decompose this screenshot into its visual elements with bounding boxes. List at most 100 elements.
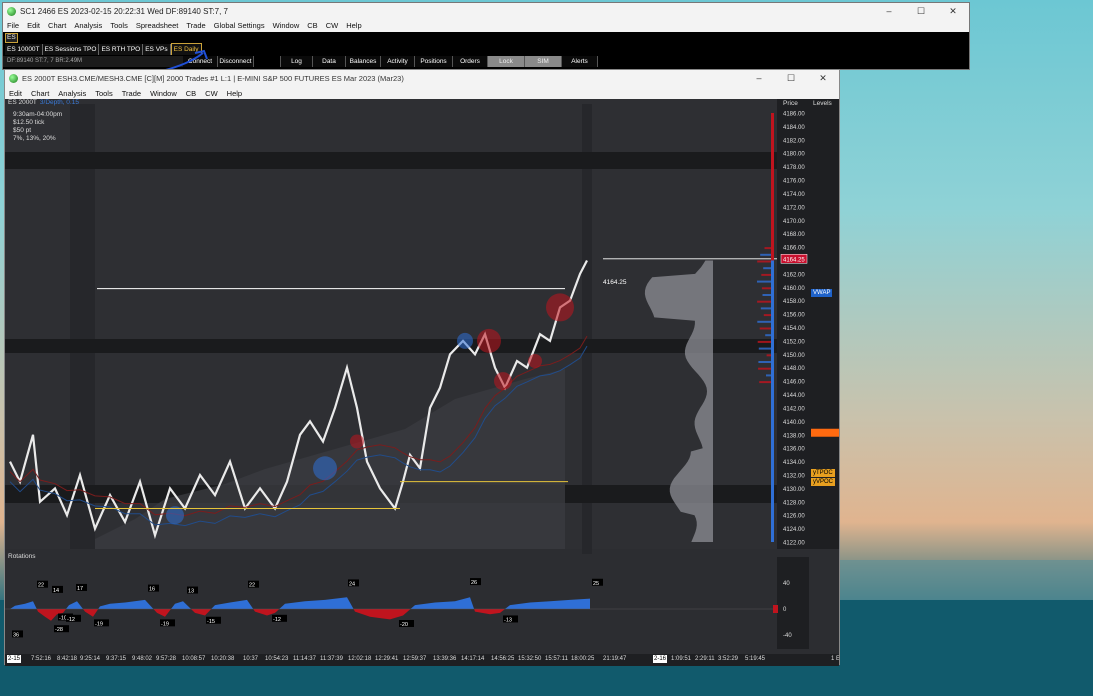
- menu-global-settings[interactable]: Global Settings: [214, 21, 265, 30]
- order-flow-bubble: [546, 293, 574, 322]
- positions-button[interactable]: Positions: [415, 55, 453, 67]
- price-tick-label: 4126.00: [783, 514, 805, 520]
- price-chart[interactable]: 4186.00 4184.00 4182.00 4180.00 4178.00 4176.…: [5, 99, 839, 654]
- time-axis[interactable]: 2-15 2-16 1 E 7:52:16 8:42:18 9:25:14 9:37:…: [5, 654, 839, 666]
- bid-ask-bar: [757, 260, 773, 263]
- time-label: 15:32:50: [518, 656, 542, 662]
- menu-cw[interactable]: CW: [326, 21, 339, 30]
- price-tick-label: 4128.00: [783, 500, 805, 506]
- time-label: 14:56:25: [491, 656, 515, 662]
- chart-app-icon: [9, 74, 18, 83]
- symbol-row: ES: [3, 32, 969, 43]
- menu-edit[interactable]: Edit: [27, 21, 40, 30]
- chart-menu-chart[interactable]: Chart: [31, 89, 49, 98]
- rotation-label: -20: [400, 622, 408, 628]
- rotation-label: 36: [13, 632, 19, 638]
- menu-analysis[interactable]: Analysis: [74, 21, 102, 30]
- info-point: $50 pt: [13, 127, 32, 134]
- price-tick-label: 4178.00: [783, 165, 805, 171]
- lock-button[interactable]: Lock: [488, 55, 525, 67]
- time-label: 5:19:45: [745, 656, 766, 662]
- chart-menu-cw[interactable]: CW: [205, 89, 218, 98]
- chart-menu-help[interactable]: Help: [227, 89, 242, 98]
- price-band: [5, 339, 777, 353]
- price-axis-title: Price: [783, 100, 798, 107]
- bid-ask-bar: [757, 300, 773, 303]
- price-tick-label: 4136.00: [783, 447, 805, 453]
- rotation-label: -28: [55, 627, 63, 633]
- order-flow-bubble: [494, 372, 512, 391]
- time-label: 11:14:37: [293, 656, 316, 662]
- chart-menu-cb[interactable]: CB: [186, 89, 196, 98]
- price-tick-label: 4162.00: [783, 272, 805, 278]
- menu-tools[interactable]: Tools: [110, 21, 128, 30]
- menu-help[interactable]: Help: [346, 21, 361, 30]
- time-label: 12:59:37: [403, 656, 427, 662]
- alerts-button[interactable]: Alerts: [562, 55, 598, 67]
- bid-ask-bar: [758, 367, 773, 370]
- chart-menu-window[interactable]: Window: [150, 89, 177, 98]
- bid-ask-bar: [758, 347, 773, 350]
- chart-menu-trade[interactable]: Trade: [122, 89, 141, 98]
- chart-minimize-icon[interactable]: –: [743, 70, 775, 86]
- time-label: 10:08:57: [182, 656, 206, 662]
- chart-titlebar[interactable]: ES 2000T ESH3.CME/MESH3.CME [C][M] 2000 …: [5, 70, 839, 87]
- chart-menu-analysis[interactable]: Analysis: [58, 89, 86, 98]
- log-button[interactable]: Log: [280, 55, 313, 67]
- chart-menu-edit[interactable]: Edit: [9, 89, 22, 98]
- chart-menu-tools[interactable]: Tools: [95, 89, 113, 98]
- minimize-icon[interactable]: –: [873, 3, 905, 19]
- menu-file[interactable]: File: [7, 21, 19, 30]
- price-tick-label: 4154.00: [783, 326, 805, 332]
- price-axis-bear-strip: [771, 113, 774, 261]
- main-titlebar[interactable]: SC1 2466 ES 2023-02-15 20:22:31 Wed DF:8…: [3, 3, 969, 19]
- info-session: 9:30am-04:00pm: [13, 111, 63, 118]
- menu-chart[interactable]: Chart: [48, 21, 66, 30]
- price-tick-label: 4150.00: [783, 353, 805, 359]
- price-tick-label: 4184.00: [783, 125, 805, 131]
- price-tick-label: 4186.00: [783, 112, 805, 118]
- price-tick-label: 4174.00: [783, 192, 805, 198]
- disconnect-button[interactable]: Disconnect: [218, 55, 254, 67]
- contract-info: 9:30am-04:00pm $12.50 tick $50 pt 7%, 13…: [13, 111, 62, 143]
- maximize-icon[interactable]: ☐: [905, 3, 937, 19]
- menu-cb[interactable]: CB: [307, 21, 317, 30]
- menu-trade[interactable]: Trade: [186, 21, 205, 30]
- time-axis-right: 1 E: [831, 656, 839, 662]
- price-tick-label: 4138.00: [783, 433, 805, 439]
- menu-window[interactable]: Window: [273, 21, 300, 30]
- rotation-label: 16: [149, 587, 155, 593]
- tab-es-sessions-tpo[interactable]: ES Sessions TPO: [42, 43, 100, 55]
- chart-maximize-icon[interactable]: ☐: [775, 70, 807, 86]
- last-price-label: 4164.25: [603, 279, 627, 286]
- order-flow-bubble: [350, 434, 364, 449]
- rotation-label: -15: [207, 619, 215, 625]
- orders-button[interactable]: Orders: [453, 55, 488, 67]
- time-label: 11:37:39: [320, 656, 343, 662]
- balances-button[interactable]: Balances: [346, 55, 381, 67]
- level-label-vwap: VWAP: [811, 288, 833, 297]
- price-tick-label: 4166.00: [783, 246, 805, 252]
- chart-window-title: ES 2000T ESH3.CME/MESH3.CME [C][M] 2000 …: [22, 74, 404, 83]
- symbol-box[interactable]: ES: [5, 32, 18, 43]
- order-flow-bubble: [477, 328, 501, 353]
- sim-button[interactable]: SIM: [525, 55, 562, 67]
- chart-area[interactable]: 4186.00 4184.00 4182.00 4180.00 4178.00 4176.…: [5, 99, 839, 666]
- activity-button[interactable]: Activity: [381, 55, 415, 67]
- chart-close-icon[interactable]: ✕: [807, 70, 839, 86]
- bid-ask-bar: [758, 361, 773, 363]
- order-flow-bubble: [457, 332, 473, 349]
- tab-es-10000t[interactable]: ES 10000T: [5, 43, 43, 55]
- rotation-axis-label: 40: [783, 581, 790, 587]
- menu-spreadsheet[interactable]: Spreadsheet: [136, 21, 179, 30]
- info-pct: 7%, 13%, 20%: [13, 135, 56, 142]
- time-label: 21:19:47: [603, 656, 627, 662]
- time-label: 9:57:28: [156, 656, 177, 662]
- close-icon[interactable]: ✕: [937, 3, 969, 19]
- order-flow-bubble: [313, 456, 337, 481]
- main-menubar: File Edit Chart Analysis Tools Spreadshe…: [3, 19, 969, 32]
- data-button[interactable]: Data: [313, 55, 346, 67]
- price-tick-label: 4134.00: [783, 460, 805, 466]
- time-label: 10:20:38: [211, 656, 235, 662]
- rotation-label: 24: [349, 581, 355, 587]
